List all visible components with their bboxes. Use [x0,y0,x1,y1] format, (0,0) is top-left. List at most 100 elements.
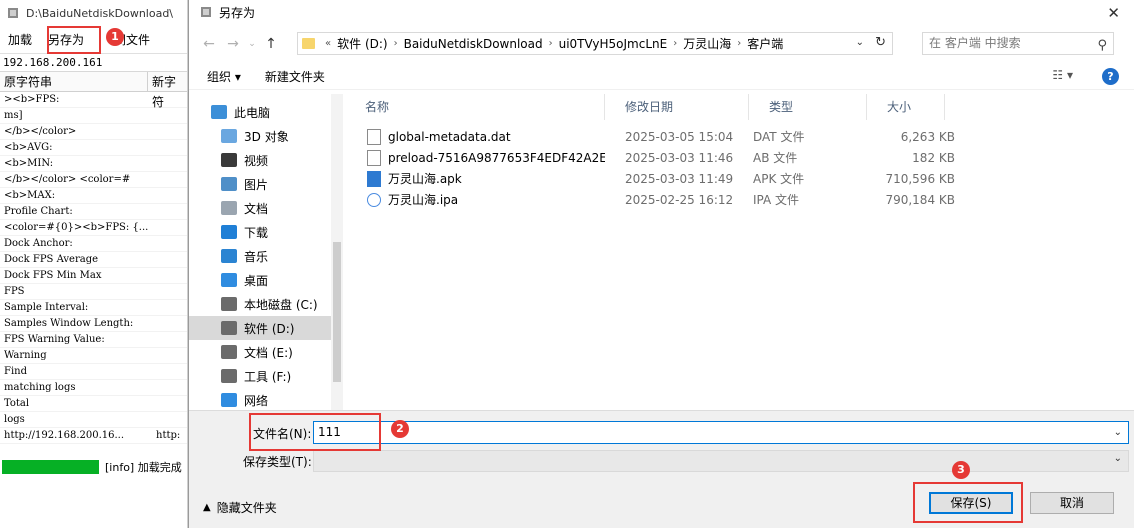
nav-item[interactable]: 工具 (F:) [189,364,331,388]
table-row[interactable]: Samples Window Length: [0,316,187,332]
row-original-string: logs [4,414,25,425]
organize-button[interactable]: 组织 ▾ [189,68,251,85]
filetype-select[interactable]: ⌄ [313,450,1129,472]
recent-locations-icon[interactable]: ⌄ [245,39,259,49]
nav-item[interactable]: 视频 [189,148,331,172]
nav-item[interactable]: 网络 [189,388,331,410]
nav-item[interactable]: 下载 [189,220,331,244]
address-bar[interactable]: « 软件 (D:) › BaiduNetdiskDownload › ui0TV… [297,32,893,55]
table-row[interactable]: </b></color> [0,124,187,140]
ipa-icon [367,192,381,207]
row-new-string [152,92,156,107]
chevron-down-icon[interactable]: ⌄ [1114,453,1122,464]
chevron-right-icon[interactable]: › [671,38,679,49]
filename-field[interactable]: 111 ⌄ [313,421,1129,444]
close-icon[interactable]: ✕ [1107,4,1120,22]
file-name-cell: preload-7516A9877653F4EDF42A2EA... [345,149,605,166]
nav-item[interactable]: 此电脑 [189,100,331,124]
table-row[interactable]: Dock FPS Min Max [0,268,187,284]
nav-item-label: 图片 [244,177,269,192]
view-options-icon[interactable]: ☷ ▾ [1052,68,1073,82]
table-row[interactable]: Total [0,396,187,412]
file-name: global-metadata.dat [388,129,511,144]
file-name: preload-7516A9877653F4EDF42A2EA... [388,150,605,165]
nav-item[interactable]: 文档 (E:) [189,340,331,364]
row-original-string: ms] [4,110,23,121]
breadcrumb-game[interactable]: 万灵山海 [679,35,735,52]
table-row[interactable]: FPS Warning Value: [0,332,187,348]
nav-item[interactable]: 软件 (D:) [189,316,331,340]
nav-item[interactable]: 3D 对象 [189,124,331,148]
table-row[interactable]: Dock FPS Average [0,252,187,268]
row-new-string [152,140,156,155]
file-name-cell: 万灵山海.ipa [345,191,605,208]
column-new-string[interactable]: 新字符 [148,72,187,109]
chevron-right-icon[interactable]: › [735,38,743,49]
up-arrow-icon[interactable]: ↑ [259,36,283,52]
table-row[interactable]: Find [0,364,187,380]
navigation-scrollbar[interactable] [331,94,343,410]
chevron-right-icon[interactable]: › [392,38,400,49]
table-row[interactable]: Dock Anchor: [0,236,187,252]
file-row[interactable]: global-metadata.dat 2025-03-05 15:04 DAT 文… [345,126,1134,147]
table-row[interactable]: FPS [0,284,187,300]
table-row[interactable]: Sample Interval: [0,300,187,316]
pictures-icon [221,177,237,191]
nav-item[interactable]: 音乐 [189,244,331,268]
nav-item[interactable]: 桌面 [189,268,331,292]
table-row[interactable]: <b>AVG: [0,140,187,156]
last-row-new: http: [156,430,181,441]
back-arrow-icon[interactable]: ← [197,36,221,52]
nav-item[interactable]: 文档 [189,196,331,220]
table-row[interactable]: Warning [0,348,187,364]
table-row[interactable]: logs [0,412,187,428]
search-input[interactable]: 在 客户端 中搜索 ⚲ [922,32,1114,55]
file-icon [367,128,381,145]
file-row[interactable]: 万灵山海.ipa 2025-02-25 16:12 IPA 文件 790,184 KB [345,189,1134,210]
table-row[interactable]: <b>MIN: [0,156,187,172]
search-icon[interactable]: ⚲ [1097,35,1107,56]
column-original-string[interactable]: 原字符串 [0,72,148,91]
new-folder-button[interactable]: 新建文件夹 [251,68,335,85]
chevron-right-icon[interactable]: › [547,38,555,49]
breadcrumb-drive[interactable]: 软件 (D:) [333,35,391,52]
column-date[interactable]: 修改日期 [605,94,749,120]
file-row[interactable]: 万灵山海.apk 2025-03-03 11:49 APK 文件 710,596 KB [345,168,1134,189]
row-new-string [152,316,156,331]
column-type[interactable]: 类型 [749,94,867,120]
menu-load[interactable]: 加载 [0,28,40,52]
table-row[interactable]: </b></color> <color=# [0,172,187,188]
nav-item[interactable]: 本地磁盘 (C:) [189,292,331,316]
chevron-down-icon[interactable]: ⌄ [1114,422,1122,443]
table-row[interactable]: <b>MAX: [0,188,187,204]
table-row[interactable]: matching logs [0,380,187,396]
scrollbar-thumb[interactable] [333,242,341,382]
row-new-string [152,268,156,283]
help-icon[interactable]: ? [1102,68,1119,85]
table-row[interactable]: Profile Chart: [0,204,187,220]
row-new-string [152,252,156,267]
table-row[interactable]: <color=#{0}><b>FPS: {... [0,220,187,236]
file-size: 6,263 KB [900,129,955,144]
background-grid-last-row[interactable]: http://192.168.200.16... http: [0,428,187,444]
hide-folders-toggle[interactable]: ▲ 隐藏文件夹 [203,499,277,516]
file-row[interactable]: preload-7516A9877653F4EDF42A2EA... 2025-0… [345,147,1134,168]
file-date: 2025-03-03 11:46 [625,150,734,165]
column-size[interactable]: 大小 [867,94,945,120]
file-name-cell: 万灵山海.apk [345,170,605,187]
breadcrumb-client[interactable]: 客户端 [743,35,787,52]
nav-item-label: 下载 [244,225,269,240]
row-original-string: Profile Chart: [4,206,73,217]
forward-arrow-icon[interactable]: → [221,36,245,52]
background-url: 192.168.200.161 [0,54,187,72]
refresh-icon[interactable]: ↻ [875,35,886,50]
path-overflow[interactable]: « [323,38,333,49]
cancel-button[interactable]: 取消 [1030,492,1114,514]
column-name[interactable]: 名称 [345,94,605,120]
breadcrumb-folder[interactable]: ui0TVyH5oJmcLnE [555,37,672,51]
menu-close-file[interactable]: 闭文件 [92,28,158,52]
nav-item[interactable]: 图片 [189,172,331,196]
chevron-down-icon[interactable]: ⌄ [856,37,864,48]
breadcrumb-baidu[interactable]: BaiduNetdiskDownload [400,37,547,51]
nav-item-label: 软件 (D:) [244,321,295,336]
